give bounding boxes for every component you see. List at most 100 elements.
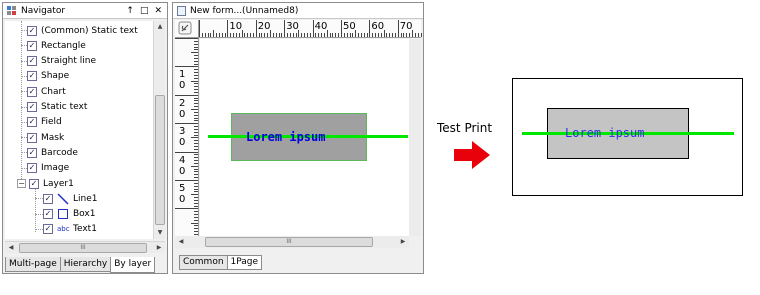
form-window: New form...(Unnamed8) 10 20 30 40 50 60 70 102…	[172, 2, 424, 274]
tree-item-label: Box1	[73, 209, 96, 220]
navigator-horizontal-scroll-thumb[interactable]: III	[19, 243, 147, 253]
float-icon[interactable]: □	[140, 6, 149, 16]
tree-item[interactable]: ✓ Image	[27, 161, 69, 176]
close-icon[interactable]: ✕	[154, 6, 162, 16]
visibility-checkbox[interactable]: ✓	[27, 56, 37, 67]
tree-item-object[interactable]: ✓ Line1	[43, 191, 97, 206]
box-icon	[57, 208, 69, 220]
visibility-checkbox[interactable]: ✓	[43, 224, 53, 235]
visibility-checkbox[interactable]: ✓	[27, 71, 37, 82]
form-tabs: Common 1Page	[179, 255, 263, 270]
tab-1page[interactable]: 1Page	[226, 255, 263, 270]
line-icon	[57, 193, 69, 205]
navigator-titlebar: Navigator ↑ □ ✕	[3, 3, 167, 19]
ruler-label: 70	[399, 21, 413, 32]
visibility-checkbox[interactable]: ✓	[27, 25, 37, 36]
canvas-scroll-right-icon[interactable]: ▶	[397, 236, 409, 248]
form-titlebar: New form...(Unnamed8)	[173, 3, 423, 19]
visibility-checkbox[interactable]: ✓	[27, 40, 37, 51]
tree-item[interactable]: ✓ (Common) Static text	[27, 23, 138, 38]
ruler-label: 4	[179, 154, 186, 166]
text-icon: abc	[57, 225, 70, 234]
tree-item[interactable]: ✓ Barcode	[27, 145, 78, 160]
tree-item[interactable]: ✓ Mask	[27, 130, 64, 145]
visibility-checkbox[interactable]: ✓	[27, 86, 37, 97]
text1-object[interactable]: Lorem ipsum	[246, 130, 325, 144]
navigator-horizontal-scrollbar[interactable]: ◀ III ▶	[5, 241, 165, 253]
tree-item-label: Field	[41, 117, 62, 128]
visibility-checkbox[interactable]: ✓	[27, 132, 37, 143]
layer-tree[interactable]: ✓ (Common) Static text ✓ Rectangle ✓ Straight…	[5, 21, 153, 239]
tree-item-label: Layer1	[43, 178, 74, 189]
ruler-label: 0	[179, 108, 186, 120]
tree-item-object[interactable]: ✓ abc Text1	[43, 222, 97, 237]
tree-item[interactable]: ✓ Chart	[27, 84, 66, 99]
ruler-settings-icon[interactable]	[175, 20, 195, 36]
pin-icon[interactable]: ↑	[126, 6, 134, 16]
ruler-label: 0	[179, 137, 186, 149]
visibility-checkbox[interactable]: ✓	[43, 193, 53, 204]
tree-item[interactable]: ✓ Straight line	[27, 54, 96, 69]
tree-item-label: Image	[41, 163, 70, 174]
scroll-down-icon[interactable]: ▼	[154, 227, 166, 239]
ruler-label: 5	[179, 183, 186, 194]
ruler-label: 0	[179, 80, 186, 92]
navigator-vertical-scrollbar[interactable]: ▲ ▼	[153, 21, 165, 239]
ruler-label: 1	[179, 69, 186, 81]
ruler-label: 10	[229, 21, 243, 32]
tree-item[interactable]: ✓ Field	[27, 115, 62, 130]
canvas-scroll-left-icon[interactable]: ◀	[175, 236, 187, 248]
tree-item-label: Text1	[73, 224, 97, 235]
ruler-label: 0	[179, 194, 186, 205]
collapse-icon[interactable]: −	[17, 179, 26, 188]
tree-item-label: Barcode	[41, 147, 78, 158]
print-text: Lorem ipsum	[565, 126, 645, 140]
navigator-vertical-scroll-thumb[interactable]	[155, 95, 165, 225]
ruler-label: 20	[257, 21, 271, 32]
visibility-checkbox[interactable]: ✓	[27, 163, 37, 174]
tree-item-label: Line1	[73, 193, 98, 204]
visibility-checkbox[interactable]: ✓	[27, 117, 37, 128]
canvas-horizontal-scroll-thumb[interactable]: III	[205, 237, 373, 247]
test-print-preview: Lorem ipsum	[512, 78, 743, 196]
navigator-icon	[7, 5, 17, 16]
tab-common[interactable]: Common	[179, 255, 228, 270]
tree-item[interactable]: ✓ Static text	[27, 100, 87, 115]
tree-item-layer[interactable]: ✓ Layer1	[29, 176, 74, 191]
ruler-label: 3	[179, 126, 186, 138]
ruler-label: 2	[179, 97, 186, 109]
tree-item-label: (Common) Static text	[41, 25, 138, 36]
form-title: New form...(Unnamed8)	[190, 5, 299, 16]
ruler-label: 60	[371, 21, 385, 32]
right-arrow-icon	[454, 141, 490, 169]
ruler-label: 30	[286, 21, 299, 32]
visibility-checkbox[interactable]: ✓	[29, 178, 39, 189]
navigator-title: Navigator	[21, 5, 66, 16]
visibility-checkbox[interactable]: ✓	[27, 147, 37, 158]
tree-item[interactable]: ✓ Rectangle	[27, 38, 86, 53]
tree-item-label: Straight line	[41, 56, 97, 67]
tab-hierarchy[interactable]: Hierarchy	[59, 257, 112, 272]
ruler-label: 50	[343, 21, 356, 32]
tab-by-layer[interactable]: By layer	[110, 257, 156, 273]
tree-item-object[interactable]: ✓ Box1	[43, 207, 95, 222]
canvas-horizontal-scrollbar[interactable]: ◀ III ▶	[175, 236, 409, 248]
canvas-vertical-scrollbar[interactable]	[409, 39, 421, 236]
scroll-left-icon[interactable]: ◀	[5, 242, 17, 254]
ruler-label: 40	[314, 21, 328, 32]
tree-item-label: Chart	[41, 86, 66, 97]
tree-item-label: Rectangle	[41, 40, 86, 51]
scroll-right-icon[interactable]: ▶	[153, 242, 165, 254]
tab-multi-page[interactable]: Multi-page	[5, 257, 61, 272]
visibility-checkbox[interactable]: ✓	[43, 209, 53, 220]
visibility-checkbox[interactable]: ✓	[27, 102, 37, 112]
tree-item[interactable]: ✓ Shape	[27, 69, 69, 84]
tree-item-label: Mask	[41, 132, 65, 143]
form-canvas[interactable]: Lorem ipsum	[200, 39, 421, 236]
ruler-corner[interactable]	[175, 20, 199, 38]
navigator-panel: Navigator ↑ □ ✕ ✓ (Common) Static text ✓ Re…	[2, 2, 168, 274]
test-print-label: Test Print	[437, 121, 493, 135]
tree-item-label: Static text	[41, 102, 88, 112]
scroll-up-icon[interactable]: ▲	[154, 21, 166, 33]
navigator-tabs: Multi-page Hierarchy By layer	[5, 257, 156, 273]
